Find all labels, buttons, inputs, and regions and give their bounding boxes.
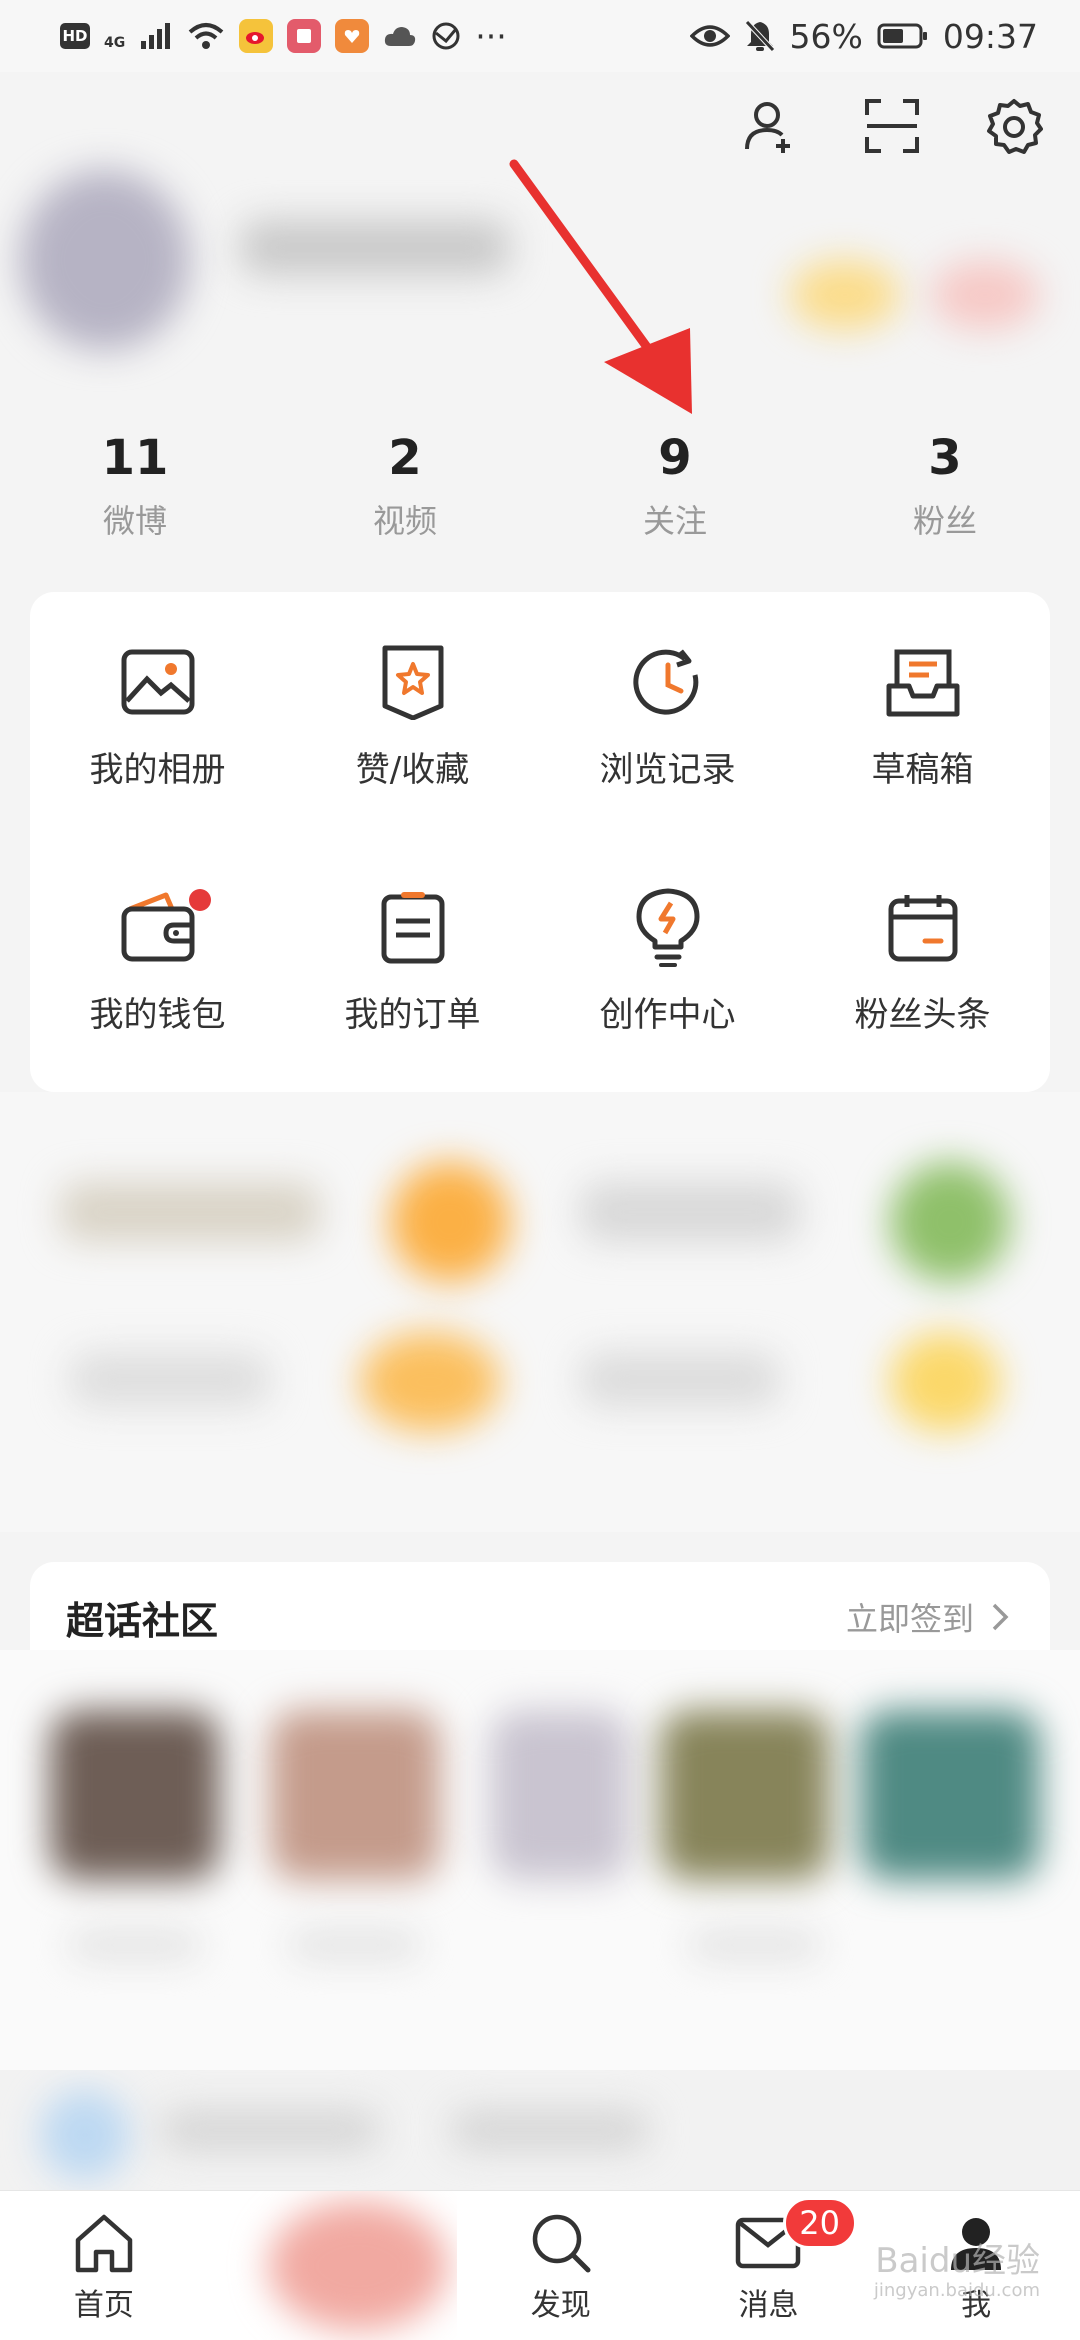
menu-label: 我的相册 <box>89 750 226 790</box>
shortcut-menu-card: 我的相册 赞/收藏 浏览记录 草稿箱 我的钱包 我的订单 创作中心 粉丝头条 <box>30 592 1050 1092</box>
mute-bell-icon <box>744 20 775 52</box>
stat-label: 粉丝 <box>912 501 977 540</box>
menu-label: 我的订单 <box>344 995 481 1035</box>
menu-label: 草稿箱 <box>871 750 974 790</box>
settings-icon[interactable] <box>984 96 1044 156</box>
status-right: 56% 09:37 <box>689 16 1038 56</box>
creator-center-icon <box>628 887 708 967</box>
stat-label: 关注 <box>642 501 707 540</box>
stat-value: 3 <box>928 430 962 486</box>
profile-header-blurred[interactable] <box>0 150 1080 380</box>
battery-icon <box>877 23 927 49</box>
stat-label: 视频 <box>372 501 437 540</box>
photo-album-icon <box>118 642 198 722</box>
stat-following[interactable]: 9 关注 <box>540 430 810 542</box>
scan-icon[interactable] <box>862 96 922 156</box>
hd-indicator: HD <box>60 23 90 49</box>
username-blurred <box>240 220 510 275</box>
stat-value: 11 <box>101 430 169 486</box>
stat-value: 9 <box>658 430 692 486</box>
more-notifications: ··· <box>475 16 507 56</box>
badge-blurred <box>790 260 900 330</box>
status-bar: HD 4G ··· 56% 09:37 <box>0 0 1080 72</box>
super-topic-list-blurred[interactable] <box>0 1650 1080 2070</box>
stat-weibo[interactable]: 11 微博 <box>0 430 270 542</box>
signal-icon <box>141 23 171 49</box>
reader-app-icon <box>287 19 322 53</box>
header-actions <box>740 96 1044 156</box>
wallet-icon <box>118 887 198 967</box>
menu-label: 赞/收藏 <box>355 750 470 790</box>
weibo-app-icon <box>239 19 274 53</box>
add-friend-icon[interactable] <box>740 96 800 156</box>
network-type: 4G <box>104 34 126 51</box>
nav-messages[interactable]: 消息 20 <box>665 2191 873 2340</box>
watermark-brand: Baidu经验 <box>875 2241 1040 2281</box>
status-left: HD 4G ··· <box>60 17 507 56</box>
avatar-blurred <box>20 170 190 350</box>
check-in-label: 立即签到 <box>845 1600 974 1638</box>
nav-home[interactable]: 首页 <box>0 2191 208 2340</box>
menu-label: 浏览记录 <box>599 750 736 790</box>
menu-label: 我的钱包 <box>89 995 226 1035</box>
nav-post-blurred[interactable] <box>208 2191 457 2340</box>
messages-badge: 20 <box>782 2197 857 2249</box>
stat-value: 2 <box>388 430 422 486</box>
super-topic-title: 超话社区 <box>66 1598 219 1643</box>
watermark-url: jingyan.baidu.com <box>873 2280 1040 2301</box>
check-in-link[interactable]: 立即签到 <box>846 1594 1010 1640</box>
stat-fans[interactable]: 3 粉丝 <box>810 430 1080 542</box>
stats-row: 11 微博 2 视频 9 关注 3 粉丝 <box>0 430 1080 542</box>
favorites-icon <box>373 642 453 722</box>
menu-label: 创作中心 <box>599 995 736 1035</box>
fans-headline-icon <box>883 887 963 967</box>
nav-label: 消息 <box>738 2287 799 2323</box>
nav-discover[interactable]: 发现 <box>457 2191 665 2340</box>
health-app-icon <box>335 19 370 53</box>
orders-icon <box>373 887 453 967</box>
notification-dot <box>189 889 211 911</box>
badge-blurred-2 <box>930 260 1040 330</box>
drafts-icon <box>883 642 963 722</box>
globe-icon <box>432 22 460 50</box>
nav-label: 首页 <box>73 2287 134 2323</box>
menu-label: 粉丝头条 <box>854 995 991 1035</box>
menu-item-drafts[interactable]: 草稿箱 <box>795 642 1050 887</box>
chevron-right-icon <box>992 1603 1009 1631</box>
eye-icon <box>689 25 730 47</box>
stat-label: 微博 <box>102 501 167 540</box>
nav-label: 发现 <box>530 2287 591 2323</box>
stat-video[interactable]: 2 视频 <box>270 430 540 542</box>
battery-percent: 56% <box>789 16 863 56</box>
history-icon <box>628 642 708 722</box>
search-icon <box>526 2208 596 2278</box>
wifi-icon <box>188 23 224 49</box>
home-icon <box>69 2208 139 2278</box>
watermark: Baidu经验 jingyan.baidu.com <box>874 2244 1040 2300</box>
menu-item-history[interactable]: 浏览记录 <box>540 642 795 887</box>
promo-section-blurred[interactable] <box>0 1092 1080 1532</box>
feed-section-blurred[interactable] <box>0 2070 1080 2190</box>
menu-item-favorites[interactable]: 赞/收藏 <box>285 642 540 887</box>
clock: 09:37 <box>942 16 1038 56</box>
cloud-icon <box>385 27 416 46</box>
menu-item-album[interactable]: 我的相册 <box>30 642 285 887</box>
